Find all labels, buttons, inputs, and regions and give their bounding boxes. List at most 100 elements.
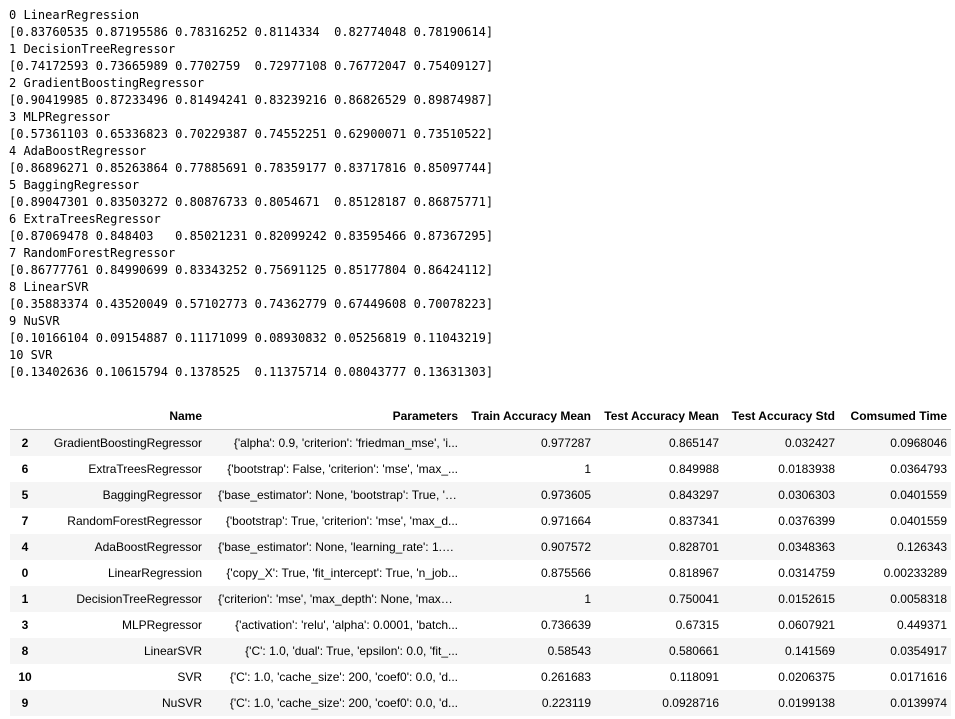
cell-index: 6 bbox=[21, 462, 29, 476]
stdout-model-label: 0 LinearRegression bbox=[9, 8, 140, 22]
table-row: 8 LinearSVR {'C': 1.0, 'dual': True, 'epsi… bbox=[10, 638, 951, 664]
cell-index: 2 bbox=[21, 436, 29, 450]
stdout-model-label: 3 MLPRegressor bbox=[9, 110, 111, 124]
cell-name: MLPRegressor bbox=[121, 618, 202, 632]
cell-parameters: {'base_estimator': None, 'bootstrap': Tr… bbox=[206, 482, 462, 508]
table-row: 4 AdaBoostRegressor {'base_estimator': Non… bbox=[10, 534, 951, 560]
cell-test-accuracy-mean: 0.750041 bbox=[668, 592, 719, 606]
cell-index: 1 bbox=[21, 592, 29, 606]
cell-consumed-time: 0.00233289 bbox=[883, 566, 947, 580]
cell-test-accuracy-mean: 0.865147 bbox=[668, 436, 719, 450]
cell-test-accuracy-std: 0.0199138 bbox=[778, 696, 835, 710]
table-row: 6 ExtraTreesRegressor {'bootstrap': False,… bbox=[10, 456, 951, 482]
cell-parameters: {'bootstrap': False, 'criterion': 'mse',… bbox=[206, 456, 462, 482]
table-header: Name Parameters Train Accuracy Mean Test… bbox=[10, 403, 951, 430]
cell-consumed-time: 0.0401559 bbox=[890, 488, 947, 502]
parameters-text: {'C': 1.0, 'cache_size': 200, 'coef0': 0… bbox=[229, 670, 458, 685]
cell-train-accuracy-mean: 0.971664 bbox=[540, 514, 591, 528]
cell-name: LinearSVR bbox=[143, 644, 202, 658]
cell-test-accuracy-std: 0.0376399 bbox=[778, 514, 835, 528]
cell-consumed-time: 0.0354917 bbox=[890, 644, 947, 658]
header-train-accuracy-mean: Train Accuracy Mean bbox=[462, 403, 595, 430]
cell-consumed-time: 0.449371 bbox=[896, 618, 947, 632]
cell-train-accuracy-mean: 0.977287 bbox=[540, 436, 591, 450]
parameters-text: {'base_estimator': None, 'learning_rate'… bbox=[218, 540, 458, 555]
parameters-text: {'C': 1.0, 'dual': True, 'epsilon': 0.0,… bbox=[245, 644, 458, 659]
table-row: 7 RandomForestRegressor {'bootstrap': True… bbox=[10, 508, 951, 534]
cell-test-accuracy-mean: 0.828701 bbox=[668, 540, 719, 554]
cell-train-accuracy-mean: 0.973605 bbox=[540, 488, 591, 502]
header-index bbox=[10, 403, 40, 430]
stdout-model-label: 10 SVR bbox=[9, 348, 53, 362]
stdout-score-array: [0.35883374 0.43520049 0.57102773 0.7436… bbox=[9, 297, 494, 311]
stdout-score-array: [0.83760535 0.87195586 0.78316252 0.8114… bbox=[9, 25, 494, 39]
cell-test-accuracy-std: 0.141569 bbox=[784, 644, 835, 658]
cell-test-accuracy-std: 0.0607921 bbox=[778, 618, 835, 632]
cell-index: 5 bbox=[21, 488, 29, 502]
cell-name: BaggingRegressor bbox=[102, 488, 202, 502]
stdout-score-array: [0.87069478 0.848403 0.85021231 0.820992… bbox=[9, 229, 494, 243]
cell-parameters: {'copy_X': True, 'fit_intercept': True, … bbox=[206, 560, 462, 586]
parameters-text: {'activation': 'relu', 'alpha': 0.0001, … bbox=[235, 618, 458, 633]
cell-name: DecisionTreeRegressor bbox=[76, 592, 202, 606]
cell-train-accuracy-mean: 0.223119 bbox=[541, 696, 591, 710]
stdout-model-label: 2 GradientBoostingRegressor bbox=[9, 76, 205, 90]
parameters-text: {'copy_X': True, 'fit_intercept': True, … bbox=[226, 566, 458, 581]
cell-name: GradientBoostingRegressor bbox=[53, 436, 202, 450]
cell-index: 7 bbox=[21, 514, 29, 528]
header-test-accuracy-mean: Test Accuracy Mean bbox=[595, 403, 723, 430]
cell-train-accuracy-mean: 0.736639 bbox=[540, 618, 591, 632]
parameters-text: {'base_estimator': None, 'bootstrap': Tr… bbox=[218, 488, 458, 503]
cell-train-accuracy-mean: 0.58543 bbox=[547, 644, 591, 658]
table-row: 1 DecisionTreeRegressor {'criterion': 'mse… bbox=[10, 586, 951, 612]
cell-index: 9 bbox=[21, 696, 29, 710]
parameters-text: {'bootstrap': True, 'criterion': 'mse', … bbox=[225, 514, 458, 529]
stdout-score-array: [0.10166104 0.09154887 0.11171099 0.0893… bbox=[9, 331, 494, 345]
cell-train-accuracy-mean: 1 bbox=[584, 592, 591, 606]
header-test-accuracy-std: Test Accuracy Std bbox=[723, 403, 839, 430]
cell-index: 0 bbox=[21, 566, 29, 580]
stdout-score-array: [0.57361103 0.65336823 0.70229387 0.7455… bbox=[9, 127, 494, 141]
cell-name: ExtraTreesRegressor bbox=[88, 462, 202, 476]
cell-parameters: {'C': 1.0, 'cache_size': 200, 'coef0': 0… bbox=[206, 690, 462, 716]
table-row: 0 LinearRegression {'copy_X': True, 'fit_i… bbox=[10, 560, 951, 586]
table-row: 10 SVR {'C': 1.0, 'cache_size': 200, 'coef… bbox=[10, 664, 951, 690]
cell-name: AdaBoostRegressor bbox=[94, 540, 202, 554]
header-row: Name Parameters Train Accuracy Mean Test… bbox=[10, 403, 951, 430]
results-table: Name Parameters Train Accuracy Mean Test… bbox=[10, 403, 951, 716]
cell-consumed-time: 0.0058318 bbox=[890, 592, 947, 606]
cell-test-accuracy-mean: 0.818967 bbox=[668, 566, 719, 580]
stdout-model-label: 7 RandomForestRegressor bbox=[9, 246, 176, 260]
parameters-text: {'bootstrap': False, 'criterion': 'mse',… bbox=[227, 462, 458, 477]
cell-name: NuSVR bbox=[161, 696, 202, 710]
table-row: 2 GradientBoostingRegressor {'alpha': 0.9,… bbox=[10, 429, 951, 457]
cell-test-accuracy-mean: 0.843297 bbox=[668, 488, 719, 502]
cell-test-accuracy-mean: 0.580661 bbox=[668, 644, 719, 658]
cell-parameters: {'C': 1.0, 'dual': True, 'epsilon': 0.0,… bbox=[206, 638, 462, 664]
cell-test-accuracy-std: 0.0152615 bbox=[778, 592, 835, 606]
stdout-score-array: [0.74172593 0.73665989 0.7702759 0.72977… bbox=[9, 59, 494, 73]
stdout-model-label: 5 BaggingRegressor bbox=[9, 178, 140, 192]
parameters-text: {'alpha': 0.9, 'criterion': 'friedman_ms… bbox=[233, 436, 458, 451]
stdout-score-array: [0.89047301 0.83503272 0.80876733 0.8054… bbox=[9, 195, 494, 209]
cell-test-accuracy-std: 0.032427 bbox=[784, 436, 835, 450]
header-name: Name bbox=[40, 403, 206, 430]
cell-parameters: {'bootstrap': True, 'criterion': 'mse', … bbox=[206, 508, 462, 534]
cell-parameters: {'alpha': 0.9, 'criterion': 'friedman_ms… bbox=[206, 430, 462, 457]
header-parameters: Parameters bbox=[206, 403, 462, 430]
stdout-model-label: 9 NuSVR bbox=[9, 314, 60, 328]
cell-train-accuracy-mean: 0.907572 bbox=[540, 540, 591, 554]
cell-name: RandomForestRegressor bbox=[67, 514, 202, 528]
stdout-score-array: [0.86777761 0.84990699 0.83343252 0.7569… bbox=[9, 263, 494, 277]
cell-parameters: {'C': 1.0, 'cache_size': 200, 'coef0': 0… bbox=[206, 664, 462, 690]
stdout-model-label: 6 ExtraTreesRegressor bbox=[9, 212, 161, 226]
cell-consumed-time: 0.0171616 bbox=[890, 670, 947, 684]
stdout-model-label: 8 LinearSVR bbox=[9, 280, 89, 294]
cell-test-accuracy-std: 0.0348363 bbox=[778, 540, 835, 554]
table-row: 5 BaggingRegressor {'base_estimator': None… bbox=[10, 482, 951, 508]
cell-test-accuracy-mean: 0.849988 bbox=[668, 462, 719, 476]
cell-test-accuracy-std: 0.0314759 bbox=[778, 566, 835, 580]
cell-test-accuracy-mean: 0.67315 bbox=[675, 618, 719, 632]
cell-test-accuracy-mean: 0.118091 bbox=[669, 670, 719, 684]
stdout-score-array: [0.13402636 0.10615794 0.1378525 0.11375… bbox=[9, 365, 494, 379]
